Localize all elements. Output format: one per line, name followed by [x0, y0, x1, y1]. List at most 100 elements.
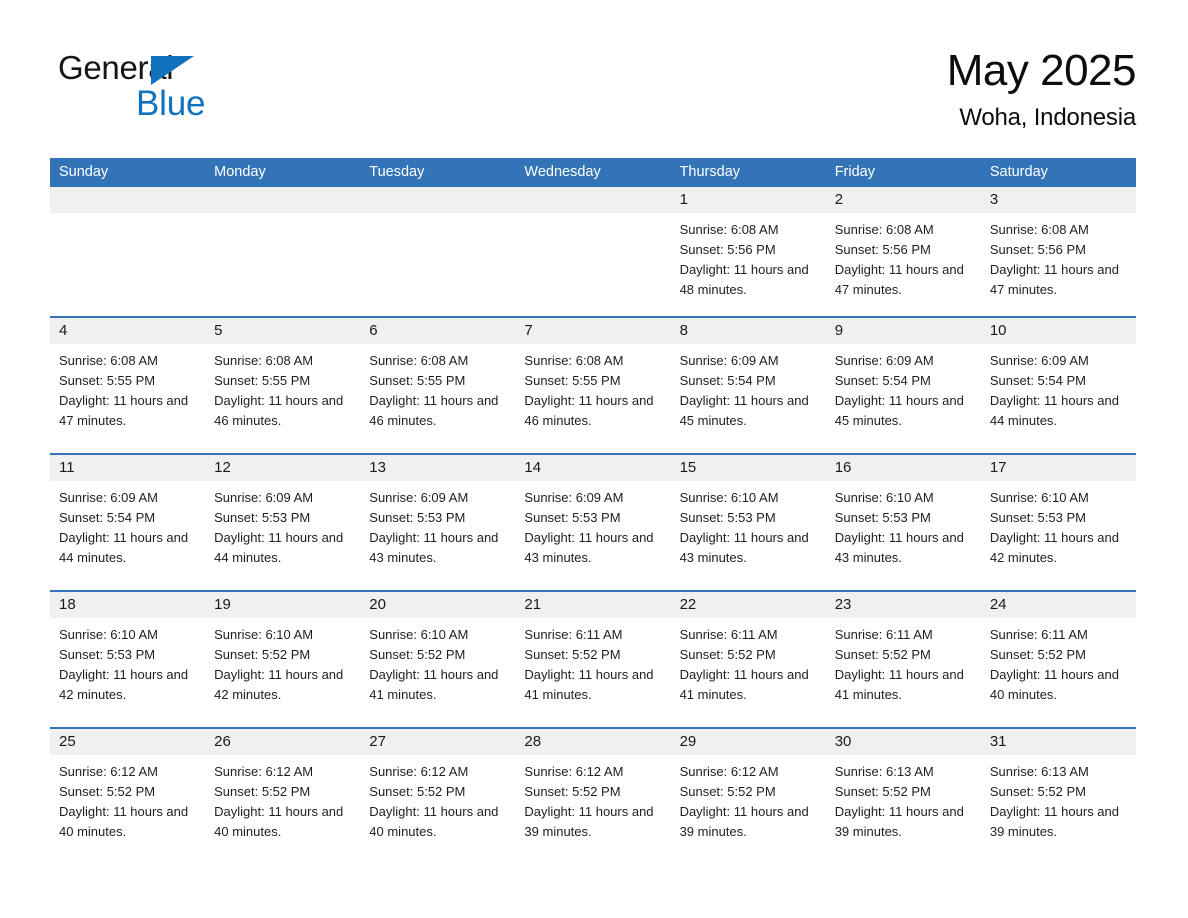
calendar-day-cell[interactable]: 11 Sunrise: 6:09 AM Sunset: 5:54 PM Dayligh… [50, 455, 206, 590]
day-number: 22 [670, 592, 826, 618]
calendar-day-cell[interactable]: 14 Sunrise: 6:09 AM Sunset: 5:53 PM Dayligh… [515, 455, 671, 590]
calendar-day-cell[interactable]: 26 Sunrise: 6:12 AM Sunset: 5:52 PM Dayligh… [205, 729, 361, 864]
weekday-header-sunday: Sunday [59, 164, 109, 180]
logo-top-line: General [58, 48, 318, 88]
calendar-day-cell[interactable]: 6 Sunrise: 6:08 AM Sunset: 5:55 PM Daylight… [360, 318, 516, 453]
day-number: 13 [360, 455, 516, 481]
calendar-day-cell[interactable]: 24 Sunrise: 6:11 AM Sunset: 5:52 PM Dayligh… [980, 592, 1136, 727]
daylight-text: Daylight: 11 hours and 40 minutes. [59, 804, 189, 839]
daylight-text: Daylight: 11 hours and 39 minutes. [524, 804, 654, 839]
calendar-day-cell[interactable]: 16 Sunrise: 6:10 AM Sunset: 5:53 PM Dayligh… [825, 455, 981, 590]
calendar-day-cell[interactable]: 5 Sunrise: 6:08 AM Sunset: 5:55 PM Daylight… [205, 318, 361, 453]
sunrise-text: Sunrise: 6:13 AM [834, 764, 934, 779]
day-number: 9 [825, 318, 981, 344]
sunrise-text: Sunrise: 6:10 AM [834, 490, 934, 505]
daylight-text: Daylight: 11 hours and 44 minutes. [59, 530, 189, 565]
day-number: 17 [980, 455, 1136, 481]
calendar-body: 1 Sunrise: 6:08 AM Sunset: 5:56 PM Daylight… [50, 187, 1136, 864]
sunrise-text: Sunrise: 6:08 AM [369, 353, 469, 368]
calendar-day-cell[interactable]: 15 Sunrise: 6:10 AM Sunset: 5:53 PM Dayligh… [670, 455, 826, 590]
day-number: 16 [825, 455, 981, 481]
day-number: 31 [980, 729, 1136, 755]
sunset-text: Sunset: 5:53 PM [989, 510, 1086, 525]
sunrise-text: Sunrise: 6:11 AM [524, 627, 623, 642]
calendar-table: Sunday Monday Tuesday Wednesday Thursday Frid… [50, 158, 1136, 864]
day-details: Sunrise: 6:09 AM Sunset: 5:54 PM Daylight:… [826, 344, 981, 453]
calendar-day-cell[interactable]: 12 Sunrise: 6:09 AM Sunset: 5:53 PM Dayligh… [205, 455, 361, 590]
day-number: 23 [825, 592, 981, 618]
sunrise-text: Sunrise: 6:08 AM [679, 222, 779, 237]
day-number: 24 [980, 592, 1136, 618]
calendar-day-cell-empty [50, 187, 206, 316]
sunrise-text: Sunrise: 6:12 AM [214, 764, 314, 779]
weekday-header-thursday: Thursday [679, 164, 741, 180]
calendar-day-cell[interactable]: 17 Sunrise: 6:10 AM Sunset: 5:53 PM Dayligh… [980, 455, 1136, 590]
calendar-day-cell[interactable]: 13 Sunrise: 6:09 AM Sunset: 5:53 PM Dayligh… [360, 455, 516, 590]
sunrise-text: Sunrise: 6:09 AM [989, 353, 1089, 368]
calendar-day-cell[interactable]: 7 Sunrise: 6:08 AM Sunset: 5:55 PM Daylight… [515, 318, 671, 453]
daylight-text: Daylight: 11 hours and 47 minutes. [834, 262, 964, 297]
calendar-day-cell[interactable]: 19 Sunrise: 6:10 AM Sunset: 5:52 PM Dayligh… [205, 592, 361, 727]
daylight-text: Daylight: 11 hours and 42 minutes. [59, 667, 189, 702]
sunset-text: Sunset: 5:52 PM [679, 784, 776, 799]
day-details: Sunrise: 6:08 AM Sunset: 5:56 PM Daylight:… [826, 213, 981, 316]
sunrise-text: Sunrise: 6:11 AM [834, 627, 933, 642]
calendar-day-cell[interactable]: 27 Sunrise: 6:12 AM Sunset: 5:52 PM Dayligh… [360, 729, 516, 864]
calendar-day-cell[interactable]: 23 Sunrise: 6:11 AM Sunset: 5:52 PM Dayligh… [825, 592, 981, 727]
sunrise-text: Sunrise: 6:08 AM [214, 353, 314, 368]
calendar-day-cell[interactable]: 22 Sunrise: 6:11 AM Sunset: 5:52 PM Dayligh… [670, 592, 826, 727]
calendar-day-cell[interactable]: 3 Sunrise: 6:08 AM Sunset: 5:56 PM Daylight… [980, 187, 1136, 316]
day-number: 8 [670, 318, 826, 344]
day-details: Sunrise: 6:12 AM Sunset: 5:52 PM Daylight:… [205, 755, 360, 864]
general-blue-logo[interactable]: General Blue [58, 48, 318, 132]
sunrise-text: Sunrise: 6:08 AM [59, 353, 158, 368]
daylight-text: Daylight: 11 hours and 47 minutes. [989, 262, 1119, 297]
daylight-text: Daylight: 11 hours and 46 minutes. [369, 393, 499, 428]
sunrise-text: Sunrise: 6:12 AM [59, 764, 158, 779]
calendar-day-cell[interactable]: 28 Sunrise: 6:12 AM Sunset: 5:52 PM Dayligh… [515, 729, 671, 864]
daylight-text: Daylight: 11 hours and 47 minutes. [59, 393, 189, 428]
day-details: Sunrise: 6:08 AM Sunset: 5:56 PM Daylight:… [981, 213, 1136, 316]
daylight-text: Daylight: 11 hours and 41 minutes. [524, 667, 654, 702]
day-number [360, 187, 516, 213]
triangle-icon [151, 56, 194, 85]
calendar-day-cell[interactable]: 30 Sunrise: 6:13 AM Sunset: 5:52 PM Dayligh… [825, 729, 981, 864]
sunrise-text: Sunrise: 6:12 AM [369, 764, 469, 779]
sunrise-text: Sunrise: 6:08 AM [524, 353, 624, 368]
daylight-text: Daylight: 11 hours and 42 minutes. [214, 667, 344, 702]
calendar-day-cell[interactable]: 20 Sunrise: 6:10 AM Sunset: 5:52 PM Dayligh… [360, 592, 516, 727]
sunset-text: Sunset: 5:52 PM [834, 647, 931, 662]
day-details: Sunrise: 6:10 AM Sunset: 5:53 PM Daylight:… [671, 481, 826, 590]
day-details: Sunrise: 6:08 AM Sunset: 5:55 PM Daylight:… [205, 344, 360, 453]
sunset-text: Sunset: 5:52 PM [524, 784, 621, 799]
calendar-day-cell[interactable]: 21 Sunrise: 6:11 AM Sunset: 5:52 PM Dayligh… [515, 592, 671, 727]
calendar-day-cell[interactable]: 9 Sunrise: 6:09 AM Sunset: 5:54 PM Daylight… [825, 318, 981, 453]
day-number: 21 [515, 592, 671, 618]
day-number: 4 [50, 318, 206, 344]
calendar-day-cell[interactable]: 10 Sunrise: 6:09 AM Sunset: 5:54 PM Dayligh… [980, 318, 1136, 453]
sunrise-text: Sunrise: 6:12 AM [524, 764, 624, 779]
sunrise-text: Sunrise: 6:10 AM [679, 490, 779, 505]
calendar-day-cell[interactable]: 8 Sunrise: 6:09 AM Sunset: 5:54 PM Daylight… [670, 318, 826, 453]
calendar-day-cell[interactable]: 2 Sunrise: 6:08 AM Sunset: 5:56 PM Daylight… [825, 187, 981, 316]
weekday-header-saturday: Saturday [989, 164, 1048, 180]
calendar-day-cell[interactable]: 18 Sunrise: 6:10 AM Sunset: 5:53 PM Dayligh… [50, 592, 206, 727]
sunrise-text: Sunrise: 6:09 AM [834, 353, 934, 368]
calendar-day-cell[interactable]: 29 Sunrise: 6:12 AM Sunset: 5:52 PM Dayligh… [670, 729, 826, 864]
sunrise-text: Sunrise: 6:10 AM [214, 627, 314, 642]
calendar-day-cell[interactable]: 31 Sunrise: 6:13 AM Sunset: 5:52 PM Dayligh… [980, 729, 1136, 864]
daylight-text: Daylight: 11 hours and 40 minutes. [214, 804, 344, 839]
weekday-header-monday: Monday [214, 164, 266, 180]
daylight-text: Daylight: 11 hours and 45 minutes. [679, 393, 809, 428]
sunset-text: Sunset: 5:56 PM [679, 242, 776, 257]
sunset-text: Sunset: 5:52 PM [989, 784, 1086, 799]
daylight-text: Daylight: 11 hours and 43 minutes. [524, 530, 654, 565]
daylight-text: Daylight: 11 hours and 43 minutes. [834, 530, 964, 565]
calendar-day-cell[interactable]: 1 Sunrise: 6:08 AM Sunset: 5:56 PM Daylight… [670, 187, 826, 316]
day-details: Sunrise: 6:12 AM Sunset: 5:52 PM Daylight:… [50, 755, 205, 864]
sunset-text: Sunset: 5:55 PM [369, 373, 466, 388]
calendar-day-cell[interactable]: 4 Sunrise: 6:08 AM Sunset: 5:55 PM Daylight… [50, 318, 206, 453]
calendar-day-cell[interactable]: 25 Sunrise: 6:12 AM Sunset: 5:52 PM Dayligh… [50, 729, 206, 864]
day-number: 15 [670, 455, 826, 481]
day-number: 3 [980, 187, 1136, 213]
